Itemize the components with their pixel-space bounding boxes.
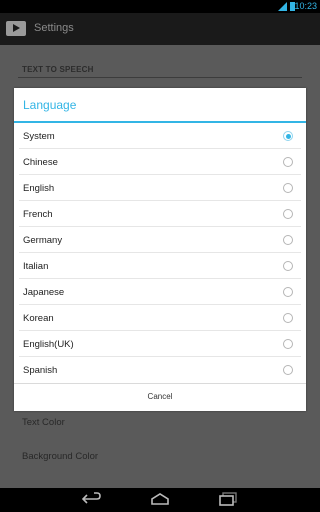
radio-unchecked-icon[interactable] — [283, 313, 293, 323]
radio-unchecked-icon[interactable] — [283, 365, 293, 375]
radio-checked-icon[interactable] — [283, 131, 293, 141]
recent-apps-icon[interactable] — [218, 492, 238, 506]
language-option-label: English — [23, 183, 55, 194]
navigation-bar — [0, 488, 320, 512]
status-bar: 10:23 — [0, 0, 320, 13]
language-option-label: Chinese — [23, 157, 58, 168]
language-option[interactable]: System — [14, 123, 306, 149]
radio-unchecked-icon[interactable] — [283, 209, 293, 219]
radio-unchecked-icon[interactable] — [283, 287, 293, 297]
radio-unchecked-icon[interactable] — [283, 157, 293, 167]
language-option-label: Spanish — [23, 365, 58, 376]
radio-unchecked-icon[interactable] — [283, 261, 293, 271]
language-option-label: Japanese — [23, 287, 65, 298]
language-option[interactable]: Chinese — [14, 149, 306, 175]
home-icon[interactable] — [150, 492, 170, 506]
radio-unchecked-icon[interactable] — [283, 235, 293, 245]
language-option-label: French — [23, 209, 53, 220]
language-option[interactable]: English(UK) — [14, 331, 306, 357]
action-bar: Settings — [0, 13, 320, 45]
back-icon[interactable] — [82, 492, 102, 506]
language-dialog: Language System Chinese English French Germa… — [14, 88, 306, 411]
language-option[interactable]: Korean — [14, 305, 306, 331]
language-option[interactable]: Germany — [14, 227, 306, 253]
language-option-label: Germany — [23, 235, 63, 246]
language-option-label: English(UK) — [23, 339, 74, 350]
radio-unchecked-icon[interactable] — [283, 183, 293, 193]
page-title: Settings — [34, 22, 74, 34]
video-play-icon[interactable] — [6, 21, 26, 36]
dialog-title: Language — [23, 98, 77, 112]
language-option[interactable]: French — [14, 201, 306, 227]
language-option[interactable]: Japanese — [14, 279, 306, 305]
cancel-button[interactable]: Cancel — [14, 384, 306, 411]
language-option-label: Korean — [23, 313, 54, 324]
status-time: 10:23 — [294, 1, 317, 11]
language-option-label: Italian — [23, 261, 49, 272]
language-option[interactable]: English — [14, 175, 306, 201]
section-header: TEXT TO SPEECH — [22, 65, 94, 74]
setting-text-color[interactable]: Text Color — [22, 417, 65, 428]
language-option[interactable]: Spanish — [14, 357, 306, 383]
signal-icon — [278, 2, 287, 11]
section-divider — [18, 77, 302, 78]
language-option[interactable]: Italian — [14, 253, 306, 279]
radio-unchecked-icon[interactable] — [283, 339, 293, 349]
language-option-label: System — [23, 131, 55, 142]
setting-background-color[interactable]: Background Color — [22, 451, 98, 462]
